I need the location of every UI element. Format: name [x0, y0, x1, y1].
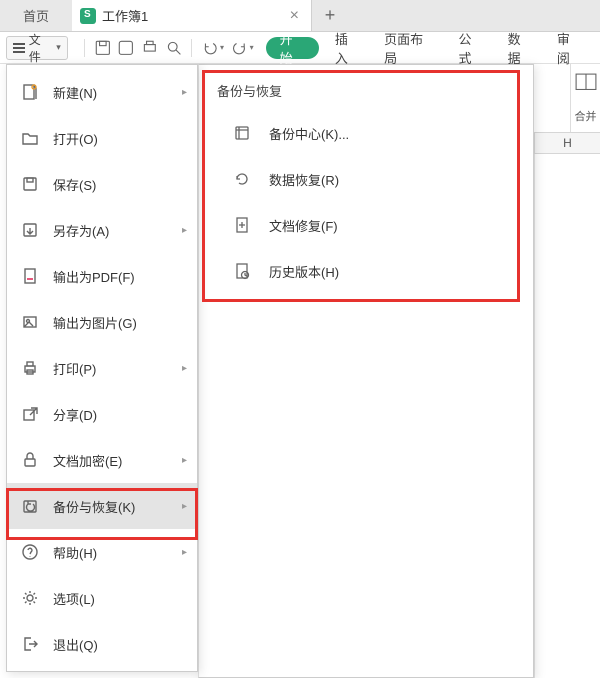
hamburger-icon: [13, 43, 25, 53]
submenu-backup-center-label: 备份中心(K)...: [269, 124, 349, 143]
file-menu-export-pdf[interactable]: 输出为PDF(F): [7, 253, 197, 299]
file-menu-open[interactable]: 打开(O): [7, 115, 197, 161]
undo-caret-icon[interactable]: ▾: [220, 43, 224, 52]
file-menu-exit[interactable]: 退出(Q): [7, 621, 197, 667]
chevron-right-icon: ▸: [182, 547, 187, 558]
folder-open-icon: [21, 129, 39, 147]
file-menu-encrypt[interactable]: 文档加密(E) ▸: [7, 437, 197, 483]
export-pdf-icon: [21, 267, 39, 285]
file-menu-exit-label: 退出(Q): [53, 635, 98, 654]
backup-submenu: 备份与恢复 备份中心(K)... 数据恢复(R) 文档修复(F) 历史版本(H): [198, 64, 534, 678]
qat-print-preview-icon[interactable]: [116, 38, 136, 58]
submenu-data-recover[interactable]: 数据恢复(R): [199, 156, 533, 202]
tab-add-button[interactable]: +: [312, 0, 348, 31]
file-menu-new[interactable]: 新建(N) ▸: [7, 69, 197, 115]
file-menu-label: 文件: [29, 31, 52, 65]
column-header-h[interactable]: H: [534, 132, 600, 154]
rightbar-merge: 合并: [570, 64, 600, 132]
save-as-icon: [21, 221, 39, 239]
redo-caret-icon[interactable]: ▾: [250, 43, 254, 52]
ribbon-tab-data[interactable]: 数据: [496, 32, 545, 64]
chevron-right-icon: ▸: [182, 455, 187, 466]
tab-close-button[interactable]: ×: [286, 7, 303, 25]
data-recover-icon: [233, 170, 251, 188]
ribbon-bar: 文件 ▾ ▾ ▾ 开始 插入 页面布局 公式 数据 审阅: [0, 32, 600, 64]
file-menu-save-label: 保存(S): [53, 175, 96, 194]
tab-home[interactable]: 首页: [0, 0, 72, 31]
ribbon-tab-start[interactable]: 开始: [266, 37, 319, 59]
file-menu-new-label: 新建(N): [53, 83, 97, 102]
save-icon: [21, 175, 39, 193]
file-menu-backup[interactable]: 备份与恢复(K) ▸: [7, 483, 197, 529]
file-menu-options[interactable]: 选项(L): [7, 575, 197, 621]
submenu-doc-repair-label: 文档修复(F): [269, 216, 338, 235]
backup-icon: [21, 497, 39, 515]
file-menu-save-as-label: 另存为(A): [53, 221, 109, 240]
chevron-right-icon: ▸: [182, 87, 187, 98]
document-tab-bar: 首页 工作簿1 × +: [0, 0, 600, 32]
file-menu-help-label: 帮助(H): [53, 543, 97, 562]
gridline: [534, 154, 535, 678]
qat-print-icon[interactable]: [140, 38, 160, 58]
file-menu-open-label: 打开(O): [53, 129, 98, 148]
print-icon: [21, 359, 39, 377]
file-menu-export-pdf-label: 输出为PDF(F): [53, 267, 135, 286]
submenu-doc-repair[interactable]: 文档修复(F): [199, 202, 533, 248]
file-menu-print[interactable]: 打印(P) ▸: [7, 345, 197, 391]
new-icon: [21, 83, 39, 101]
share-icon: [21, 405, 39, 423]
gear-icon: [21, 589, 39, 607]
caret-down-icon: ▾: [56, 42, 61, 53]
file-menu-help[interactable]: 帮助(H) ▸: [7, 529, 197, 575]
spreadsheet-badge-icon: [80, 8, 96, 24]
chevron-right-icon: ▸: [182, 501, 187, 512]
file-menu-options-label: 选项(L): [53, 589, 95, 608]
file-menu-backup-label: 备份与恢复(K): [53, 497, 135, 516]
qat-save-icon[interactable]: [93, 38, 113, 58]
ribbon-tab-review[interactable]: 审阅: [545, 32, 594, 64]
file-menu-button[interactable]: 文件 ▾: [6, 36, 68, 60]
qat-preview-icon[interactable]: [164, 38, 184, 58]
ribbon-tab-formula[interactable]: 公式: [446, 32, 495, 64]
doc-repair-icon: [233, 216, 251, 234]
file-menu-encrypt-label: 文档加密(E): [53, 451, 122, 470]
redo-button[interactable]: [230, 38, 250, 58]
ribbon-tabs: 开始 插入 页面布局 公式 数据 审阅: [266, 32, 594, 64]
submenu-history-label: 历史版本(H): [269, 262, 339, 281]
submenu-backup-center[interactable]: 备份中心(K)...: [199, 110, 533, 156]
tab-document-title: 工作簿1: [102, 6, 286, 25]
exit-icon: [21, 635, 39, 653]
export-image-icon: [21, 313, 39, 331]
ribbon-tab-insert[interactable]: 插入: [323, 32, 372, 64]
merge-label: 合并: [575, 108, 597, 124]
history-icon: [233, 262, 251, 280]
file-menu-share-label: 分享(D): [53, 405, 97, 424]
backup-center-icon: [233, 124, 251, 142]
chevron-right-icon: ▸: [182, 225, 187, 236]
ribbon-tab-layout[interactable]: 页面布局: [372, 32, 446, 64]
help-icon: [21, 543, 39, 561]
chevron-right-icon: ▸: [182, 363, 187, 374]
submenu-history[interactable]: 历史版本(H): [199, 248, 533, 294]
file-menu-share[interactable]: 分享(D): [7, 391, 197, 437]
file-menu-export-image[interactable]: 输出为图片(G): [7, 299, 197, 345]
separator: [84, 39, 85, 57]
tab-document[interactable]: 工作簿1 ×: [72, 0, 312, 31]
file-menu-save-as[interactable]: 另存为(A) ▸: [7, 207, 197, 253]
backup-submenu-title: 备份与恢复: [199, 75, 533, 110]
file-menu-export-image-label: 输出为图片(G): [53, 313, 137, 332]
submenu-data-recover-label: 数据恢复(R): [269, 170, 339, 189]
separator: [191, 39, 192, 57]
file-menu-save[interactable]: 保存(S): [7, 161, 197, 207]
undo-button[interactable]: [200, 38, 220, 58]
lock-icon: [21, 451, 39, 469]
file-menu-print-label: 打印(P): [53, 359, 96, 378]
file-menu: 新建(N) ▸ 打开(O) 保存(S) 另存为(A) ▸ 输出为PDF(F) 输…: [6, 64, 198, 672]
merge-icon[interactable]: [575, 73, 597, 91]
